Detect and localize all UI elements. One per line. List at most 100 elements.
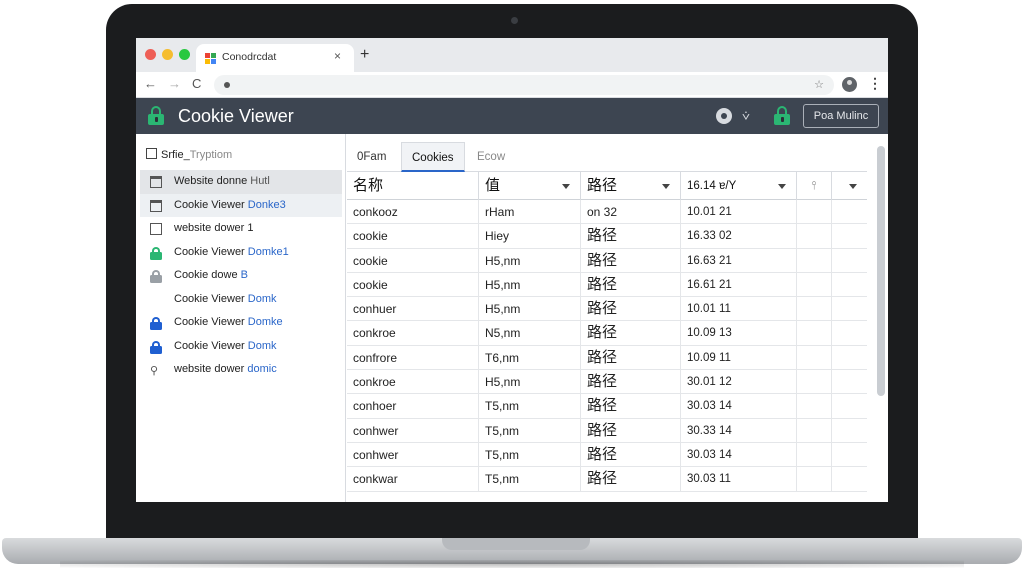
cell-expires: 16.33 02: [681, 224, 797, 249]
browser-toolbar: ← → C ☆ ⋮: [136, 72, 888, 98]
bookmark-star-icon[interactable]: ☆: [814, 78, 824, 91]
cell-empty: [832, 273, 867, 297]
cell-expires: 30.01 12: [681, 370, 797, 395]
minimize-window-button[interactable]: [162, 49, 173, 60]
table-row[interactable]: conkwar T5,nm 路径 30.03 11: [347, 467, 867, 492]
cell-path: on 32: [581, 200, 681, 225]
app-title: Cookie Viewer: [178, 106, 294, 126]
table-header: 名称 值 路径 16.14 ɐ/Y ⫯: [347, 172, 867, 200]
tab-other[interactable]: Ecow: [467, 142, 515, 172]
column-header-path[interactable]: 路径: [581, 172, 681, 200]
main-panel: 0Fam Cookies Ecow 名称 值 路径 16.14 ɐ/Y ⫯ co…: [347, 134, 888, 502]
chevron-down-icon[interactable]: [849, 184, 857, 189]
new-tab-button[interactable]: +: [360, 46, 369, 64]
browser-menu-icon[interactable]: ⋮: [868, 75, 882, 92]
cell-value: H5,nm: [479, 272, 581, 298]
cell-empty: [797, 272, 832, 298]
table-row[interactable]: confrore T6,nm 路径 10.09 11: [347, 345, 867, 371]
cell-empty: [797, 442, 832, 468]
sidebar-item[interactable]: ⚲ website dower domic: [140, 358, 342, 382]
table-row[interactable]: conhwer T5,nm 路径 30.33 14: [347, 418, 867, 443]
cell-path: 路径: [581, 297, 681, 322]
cell-value: T5,nm: [479, 418, 581, 443]
address-bar[interactable]: ☆: [214, 75, 834, 95]
table-row[interactable]: cookie Hiey 路径 16.33 02: [347, 224, 867, 249]
cell-expires: 10.01 21: [681, 200, 797, 225]
cell-value: T5,nm: [479, 442, 581, 468]
sidebar-item[interactable]: Cookie Viewer Donke3: [140, 193, 342, 217]
reload-icon[interactable]: C: [192, 76, 201, 91]
table-row[interactable]: conhuer H5,nm 路径 10.01 11: [347, 297, 867, 322]
cell-name: conhwer: [347, 442, 479, 468]
cell-name: conkroe: [347, 321, 479, 346]
tab-overview[interactable]: 0Fam: [347, 142, 396, 172]
sort-caret-icon[interactable]: [662, 184, 670, 189]
lock-green-icon: [150, 246, 162, 260]
column-header-expires[interactable]: 16.14 ɐ/Y: [681, 172, 797, 200]
sidebar-item[interactable]: Cookie dowe B: [140, 264, 342, 288]
settings-gear-icon[interactable]: [716, 108, 732, 124]
sort-caret-icon[interactable]: [562, 184, 570, 189]
table-row[interactable]: conhwer T5,nm 路径 30.03 14: [347, 442, 867, 468]
back-arrow-icon[interactable]: ←: [144, 76, 157, 91]
cell-empty: [832, 249, 867, 273]
cell-empty: [797, 248, 832, 273]
lock-blue-icon: [150, 340, 162, 354]
vertical-scrollbar[interactable]: [877, 146, 885, 396]
table-row[interactable]: conkroe H5,nm 路径 30.01 12: [347, 370, 867, 395]
header-action-button[interactable]: Poa Mulinc: [803, 104, 879, 128]
table-body: conkooz rHam on 32 10.01 21 cookie Hiey 路径 16.3…: [347, 200, 867, 492]
cell-name: conkooz: [347, 200, 479, 225]
close-tab-icon[interactable]: ×: [334, 49, 341, 63]
sidebar-item[interactable]: Cookie Viewer Domke: [140, 311, 342, 335]
browser-window: Conodrcdat × + ← → C ☆ ⋮ Cookie Viewer ⩒: [136, 38, 888, 502]
column-header-extra[interactable]: ⫯: [797, 172, 832, 200]
sidebar-item[interactable]: website dower 1: [140, 217, 342, 241]
table-row[interactable]: conkroe N5,nm 路径 10.09 13: [347, 321, 867, 346]
favicon-icon: [205, 53, 216, 64]
cell-empty: [832, 419, 867, 443]
site-info-icon[interactable]: [224, 82, 230, 88]
table-row[interactable]: conhoer T5,nm 路径 30.03 14: [347, 394, 867, 419]
sort-caret-icon[interactable]: [778, 184, 786, 189]
cell-expires: 30.03 11: [681, 467, 797, 492]
cell-path: 路径: [581, 370, 681, 395]
cell-name: conkroe: [347, 370, 479, 395]
sidebar-item[interactable]: Cookie Viewer Domke1: [140, 241, 342, 265]
cell-empty: [797, 345, 832, 371]
profile-avatar-icon[interactable]: [842, 77, 857, 92]
cell-name: conhwer: [347, 418, 479, 443]
cell-path: 路径: [581, 224, 681, 249]
sidebar-item[interactable]: Website donne Hutl: [140, 170, 342, 194]
table-row[interactable]: cookie H5,nm 路径 16.63 21: [347, 248, 867, 273]
cell-value: rHam: [479, 200, 581, 225]
cell-value: N5,nm: [479, 321, 581, 346]
laptop-notch: [442, 538, 590, 550]
secure-lock-icon[interactable]: [774, 106, 790, 125]
cell-value: T6,nm: [479, 345, 581, 371]
cell-empty: [832, 297, 867, 321]
sidebar-item[interactable]: Cookie Viewer Domk: [140, 288, 342, 312]
app-header: Cookie Viewer ⩒ Poa Mulinc: [136, 98, 888, 134]
cell-value: Hiey: [479, 224, 581, 249]
forward-arrow-icon[interactable]: →: [168, 76, 181, 91]
column-header-name[interactable]: 名称: [347, 172, 479, 200]
tab-cookies[interactable]: Cookies: [401, 142, 465, 172]
filter-icon[interactable]: ⩒: [742, 108, 750, 124]
column-header-menu[interactable]: [832, 172, 867, 200]
column-header-value[interactable]: 值: [479, 172, 581, 200]
table-row[interactable]: cookie H5,nm 路径 16.61 21: [347, 272, 867, 298]
close-window-button[interactable]: [145, 49, 156, 60]
table-row[interactable]: conkooz rHam on 32 10.01 21: [347, 200, 867, 225]
maximize-window-button[interactable]: [179, 49, 190, 60]
cell-expires: 10.09 11: [681, 345, 797, 371]
sidebar-item[interactable]: Cookie Viewer Domk: [140, 335, 342, 359]
cell-empty: [832, 467, 867, 491]
webcam: [511, 17, 518, 24]
browser-tab[interactable]: Conodrcdat ×: [196, 44, 354, 72]
cell-expires: 30.33 14: [681, 418, 797, 443]
cell-empty: [832, 370, 867, 394]
cell-value: T5,nm: [479, 467, 581, 492]
lock-blue-icon: [150, 317, 162, 330]
cell-empty: [797, 370, 832, 395]
